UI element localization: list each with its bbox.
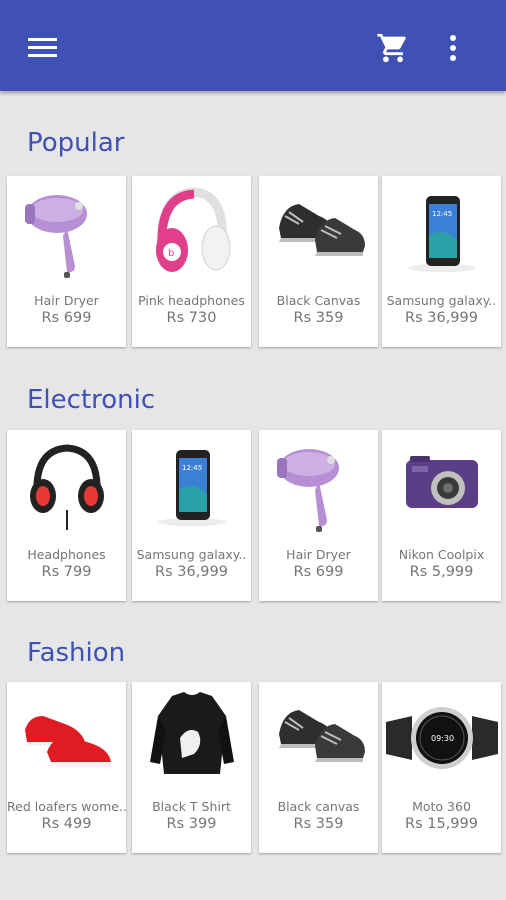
section-title-popular: Popular <box>27 128 125 158</box>
product-card[interactable]: Black T Shirt Rs 399 <box>132 682 251 853</box>
product-name: Nikon Coolpix <box>398 547 485 562</box>
svg-text:09:30: 09:30 <box>431 734 454 743</box>
black-shoes-image <box>259 176 378 288</box>
product-card[interactable]: Red loafers wome.. Rs 499 <box>7 682 126 853</box>
product-card[interactable]: Nikon Coolpix Rs 5,999 <box>382 430 501 601</box>
product-price: Rs 699 <box>293 564 344 580</box>
product-price: Rs 730 <box>166 310 217 326</box>
product-name: Moto 360 <box>412 799 471 814</box>
pink-headphones-image: b <box>132 176 251 288</box>
product-price: Rs 36,999 <box>155 564 228 580</box>
product-price: Rs 359 <box>293 310 344 326</box>
red-loafers-image <box>7 682 126 794</box>
section-title-fashion: Fashion <box>27 638 126 668</box>
product-price: Rs 799 <box>41 564 92 580</box>
black-shoes-image <box>259 682 378 794</box>
product-price: Rs 36,999 <box>405 310 478 326</box>
hair-dryer-image <box>259 430 378 542</box>
smartwatch-image: 09:30 <box>382 682 501 794</box>
cart-icon <box>377 33 406 63</box>
cart-button[interactable] <box>375 31 411 65</box>
svg-text:12:45: 12:45 <box>182 464 202 472</box>
product-card[interactable]: Black Canvas Rs 359 <box>259 176 378 347</box>
product-card[interactable]: Hair Dryer Rs 699 <box>259 430 378 601</box>
smartphone-image: 12:45 <box>132 430 251 542</box>
product-price: Rs 359 <box>293 816 344 832</box>
product-name: Pink headphones <box>138 293 245 308</box>
section-title-electronic: Electronic <box>27 385 156 415</box>
product-card[interactable]: Hair Dryer Rs 699 <box>7 176 126 347</box>
svg-text:b: b <box>168 248 174 259</box>
product-card[interactable]: 12:45 Samsung galaxy.. Rs 36,999 <box>132 430 251 601</box>
product-price: Rs 15,999 <box>405 816 478 832</box>
product-card[interactable]: Headphones Rs 799 <box>7 430 126 601</box>
svg-text:12:45: 12:45 <box>432 210 452 218</box>
product-name: Samsung galaxy.. <box>386 293 497 308</box>
app-bar <box>0 0 506 91</box>
product-card[interactable]: b Pink headphones Rs 730 <box>132 176 251 347</box>
black-headphones-image <box>7 430 126 542</box>
tshirt-image <box>132 682 251 794</box>
product-name: Black T Shirt <box>152 799 231 814</box>
product-name: Black Canvas <box>276 293 361 308</box>
product-price: Rs 499 <box>41 816 92 832</box>
product-price: Rs 5,999 <box>409 564 474 580</box>
product-card[interactable]: 09:30 Moto 360 Rs 15,999 <box>382 682 501 853</box>
more-options-button[interactable] <box>442 32 464 64</box>
product-name: Red loafers wome.. <box>7 799 126 814</box>
product-price: Rs 399 <box>166 816 217 832</box>
product-name: Samsung galaxy.. <box>136 547 247 562</box>
product-card[interactable]: Black canvas Rs 359 <box>259 682 378 853</box>
product-price: Rs 699 <box>41 310 92 326</box>
smartphone-image: 12:45 <box>382 176 501 288</box>
product-name: Headphones <box>27 547 106 562</box>
product-card[interactable]: 12:45 Samsung galaxy.. Rs 36,999 <box>382 176 501 347</box>
product-name: Hair Dryer <box>34 293 99 308</box>
product-name: Black canvas <box>277 799 360 814</box>
hair-dryer-image <box>7 176 126 288</box>
menu-button[interactable] <box>28 36 58 58</box>
product-name: Hair Dryer <box>286 547 351 562</box>
camera-image <box>382 430 501 542</box>
